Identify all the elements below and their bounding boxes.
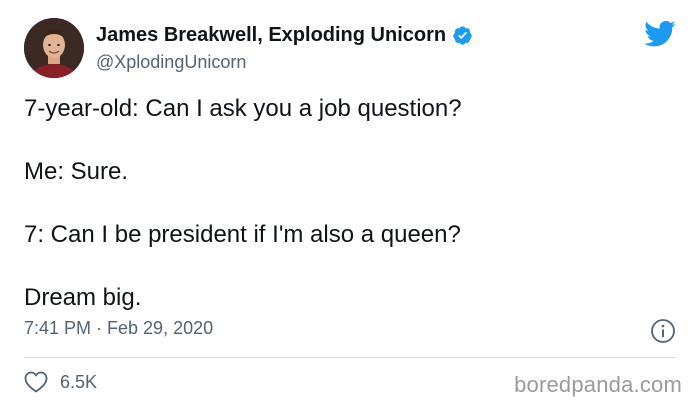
like-count: 6.5K [60, 371, 98, 392]
tweet-card: James Breakwell, Exploding Unicorn @Xplo… [0, 0, 700, 410]
author-handle[interactable]: @XplodingUnicorn [96, 52, 473, 73]
like-button[interactable]: 6.5K [24, 371, 97, 393]
tweet-author: James Breakwell, Exploding Unicorn @Xplo… [96, 22, 473, 73]
tweet-line: Dream big. [24, 284, 142, 311]
tweet-line: Me: Sure. [24, 158, 129, 185]
heart-icon [24, 371, 48, 393]
verified-badge-icon [452, 25, 473, 46]
author-display-name[interactable]: James Breakwell, Exploding Unicorn [96, 24, 446, 47]
tweet-text: 7-year-old: Can I ask you a job question… [24, 93, 674, 345]
tweet-line: 7: Can I be president if I'm also a quee… [24, 221, 461, 248]
tweet-line: 7-year-old: Can I ask you a job question… [24, 95, 462, 122]
twitter-bird-icon[interactable] [644, 20, 676, 48]
avatar-portrait [24, 18, 84, 78]
tweet-timestamp[interactable]: 7:41 PM · Feb 29, 2020 [24, 318, 213, 339]
info-icon[interactable] [650, 318, 676, 344]
author-name-row: James Breakwell, Exploding Unicorn [96, 22, 473, 48]
divider [24, 357, 676, 358]
avatar[interactable] [24, 18, 84, 78]
watermark: boredpanda.com [514, 372, 682, 397]
